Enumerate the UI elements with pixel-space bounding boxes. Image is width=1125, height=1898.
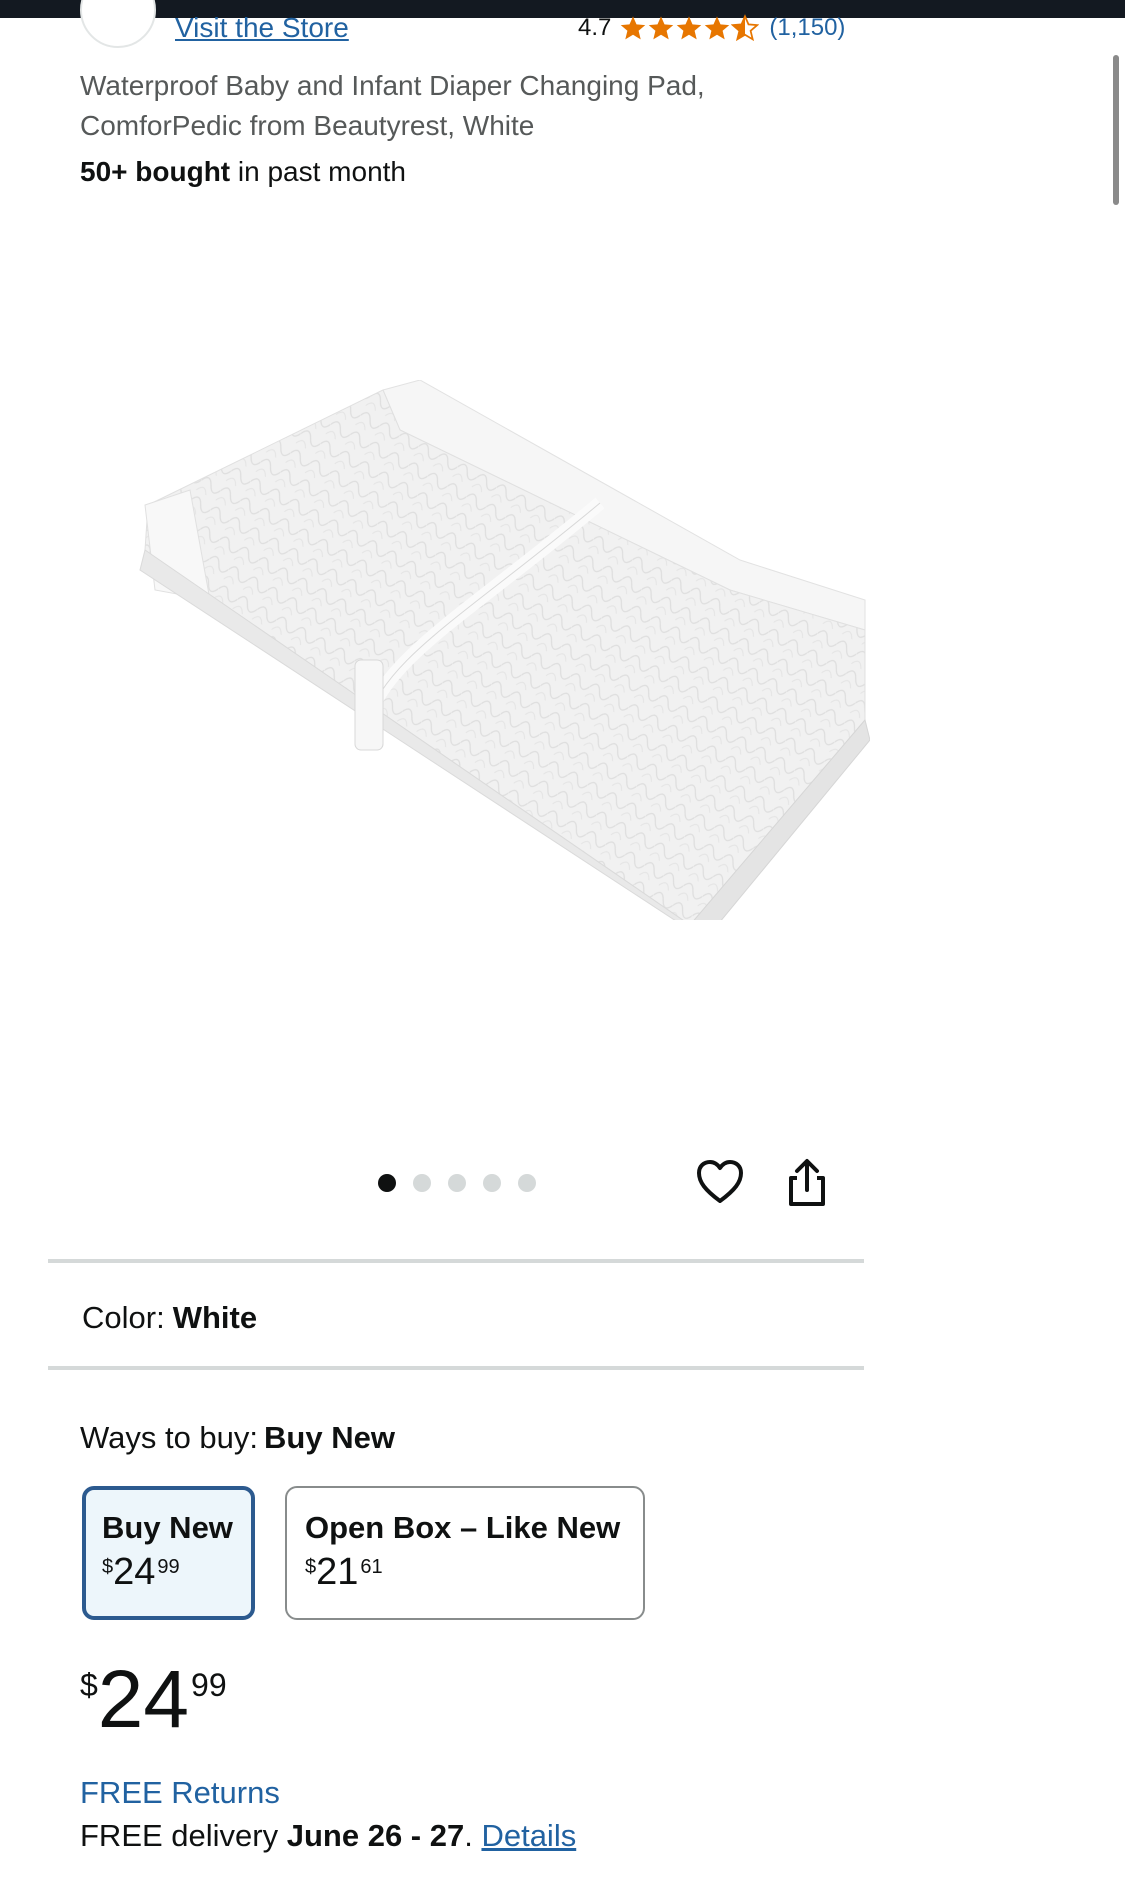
free-returns-link[interactable]: FREE Returns [80, 1775, 280, 1811]
price-whole: 24 [113, 1551, 156, 1593]
carousel-dot[interactable] [483, 1174, 501, 1192]
price-fraction: 61 [360, 1556, 383, 1578]
rating-value: 4.7 [578, 14, 612, 41]
star-rating [619, 14, 760, 42]
price-currency: $ [102, 1556, 114, 1578]
price-fraction: 99 [157, 1556, 180, 1578]
ways-to-buy-selected: Buy New [264, 1420, 395, 1455]
color-value: White [172, 1300, 258, 1335]
delivery-prefix: FREE delivery [80, 1818, 287, 1853]
star-full-icon [649, 16, 674, 40]
star-half-icon [731, 14, 760, 42]
store-logo[interactable] [80, 0, 156, 48]
divider [48, 1259, 864, 1263]
carousel-dot[interactable] [413, 1174, 431, 1192]
option-label: Open Box – Like New [305, 1510, 621, 1545]
delivery-info: FREE delivery June 26 - 27. Details [80, 1818, 576, 1854]
divider [48, 1366, 864, 1370]
carousel-dot[interactable] [378, 1174, 396, 1192]
buy-new-option[interactable]: Buy New $ 24 99 [82, 1486, 255, 1620]
bought-suffix: in past month [230, 156, 406, 187]
price-currency: $ [305, 1556, 317, 1578]
ways-to-buy-heading: Ways to buy: Buy New [80, 1420, 395, 1456]
price-whole: 24 [97, 1654, 190, 1745]
bought-count: 50+ bought [80, 156, 231, 187]
option-price: $ 24 99 [102, 1552, 235, 1592]
details-link[interactable]: Details [481, 1818, 576, 1853]
main-price: $ 24 99 [80, 1655, 227, 1745]
color-label: Color: [82, 1300, 165, 1335]
star-full-icon [621, 16, 646, 40]
store-row: Visit the Store 4.7 (1,150) [80, 0, 845, 52]
open-box-option[interactable]: Open Box – Like New $ 21 61 [285, 1486, 645, 1620]
ways-to-buy-label: Ways to buy: [80, 1420, 259, 1455]
price-whole: 21 [316, 1551, 359, 1593]
scrollbar[interactable] [1113, 55, 1119, 205]
product-image[interactable] [130, 380, 870, 920]
carousel-dot[interactable] [518, 1174, 536, 1192]
bought-in-past-month: 50+ bought in past month [80, 156, 406, 188]
delivery-dates: June 26 - 27 [286, 1818, 465, 1853]
rating-summary[interactable]: 4.7 (1,150) [578, 14, 845, 42]
price-currency: $ [80, 1667, 98, 1703]
option-label: Buy New [102, 1510, 233, 1545]
star-full-icon [677, 16, 702, 40]
delivery-suffix: . [464, 1818, 482, 1853]
image-carousel-indicator[interactable] [378, 1174, 536, 1192]
rating-count: (1,150) [769, 14, 846, 41]
share-icon[interactable] [782, 1158, 832, 1208]
visit-store-link[interactable]: Visit the Store [175, 12, 349, 44]
option-price: $ 21 61 [305, 1552, 625, 1592]
price-fraction: 99 [191, 1667, 227, 1703]
product-title: Waterproof Baby and Infant Diaper Changi… [80, 70, 705, 141]
star-full-icon [705, 16, 730, 40]
heart-icon[interactable] [695, 1158, 745, 1206]
color-selection: Color: White [82, 1300, 257, 1336]
carousel-dot[interactable] [448, 1174, 466, 1192]
